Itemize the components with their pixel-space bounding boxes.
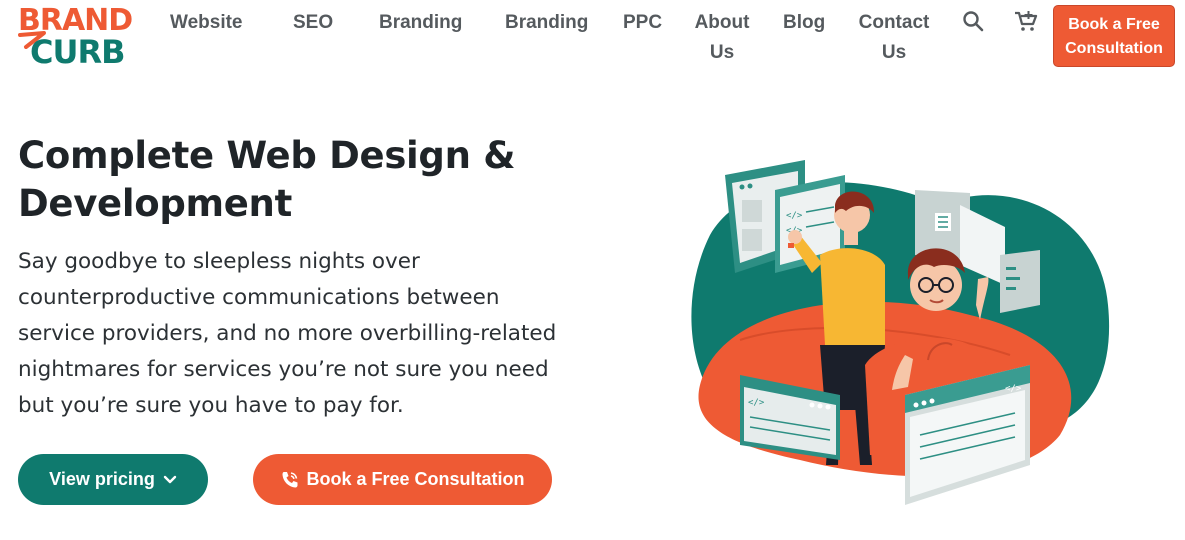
phone-icon (282, 471, 298, 487)
nav-item-branding-2[interactable]: Branding (505, 8, 588, 38)
nav-item-contact-us[interactable]: Contact Us (852, 8, 936, 68)
view-pricing-button[interactable]: View pricing (18, 454, 208, 505)
book-consultation-label: Book a Free Consultation (306, 469, 525, 489)
book-consultation-header-button[interactable]: Book a Free Consultation (1053, 5, 1175, 67)
svg-text:</>: </> (748, 398, 765, 408)
logo-curb-text: CURB (30, 33, 125, 71)
search-icon[interactable] (962, 10, 984, 32)
book-consultation-hero-button[interactable]: Book a Free Consultation (253, 454, 552, 505)
nav-item-about-us[interactable]: About Us (690, 8, 754, 68)
brandcurb-logo[interactable]: BRAND CURB (18, 4, 136, 70)
web-developers-illustration: </> </> </> (691, 160, 1110, 505)
hero-description: Say goodbye to sleepless nights over cou… (18, 249, 557, 418)
chevron-down-icon (163, 475, 177, 483)
cart-icon[interactable] (1014, 10, 1038, 32)
nav-item-branding[interactable]: Branding (379, 8, 462, 38)
view-pricing-label: View pricing (49, 469, 155, 489)
nav-item-ppc[interactable]: PPC (623, 8, 662, 38)
nav-item-seo[interactable]: SEO (293, 8, 333, 38)
svg-text:</>: </> (786, 211, 803, 221)
hero-title: Complete Web Design & Development (18, 134, 516, 225)
nav-item-blog[interactable]: Blog (783, 8, 825, 38)
svg-text:</>: </> (1005, 384, 1022, 394)
nav-item-website[interactable]: Website (170, 8, 243, 38)
